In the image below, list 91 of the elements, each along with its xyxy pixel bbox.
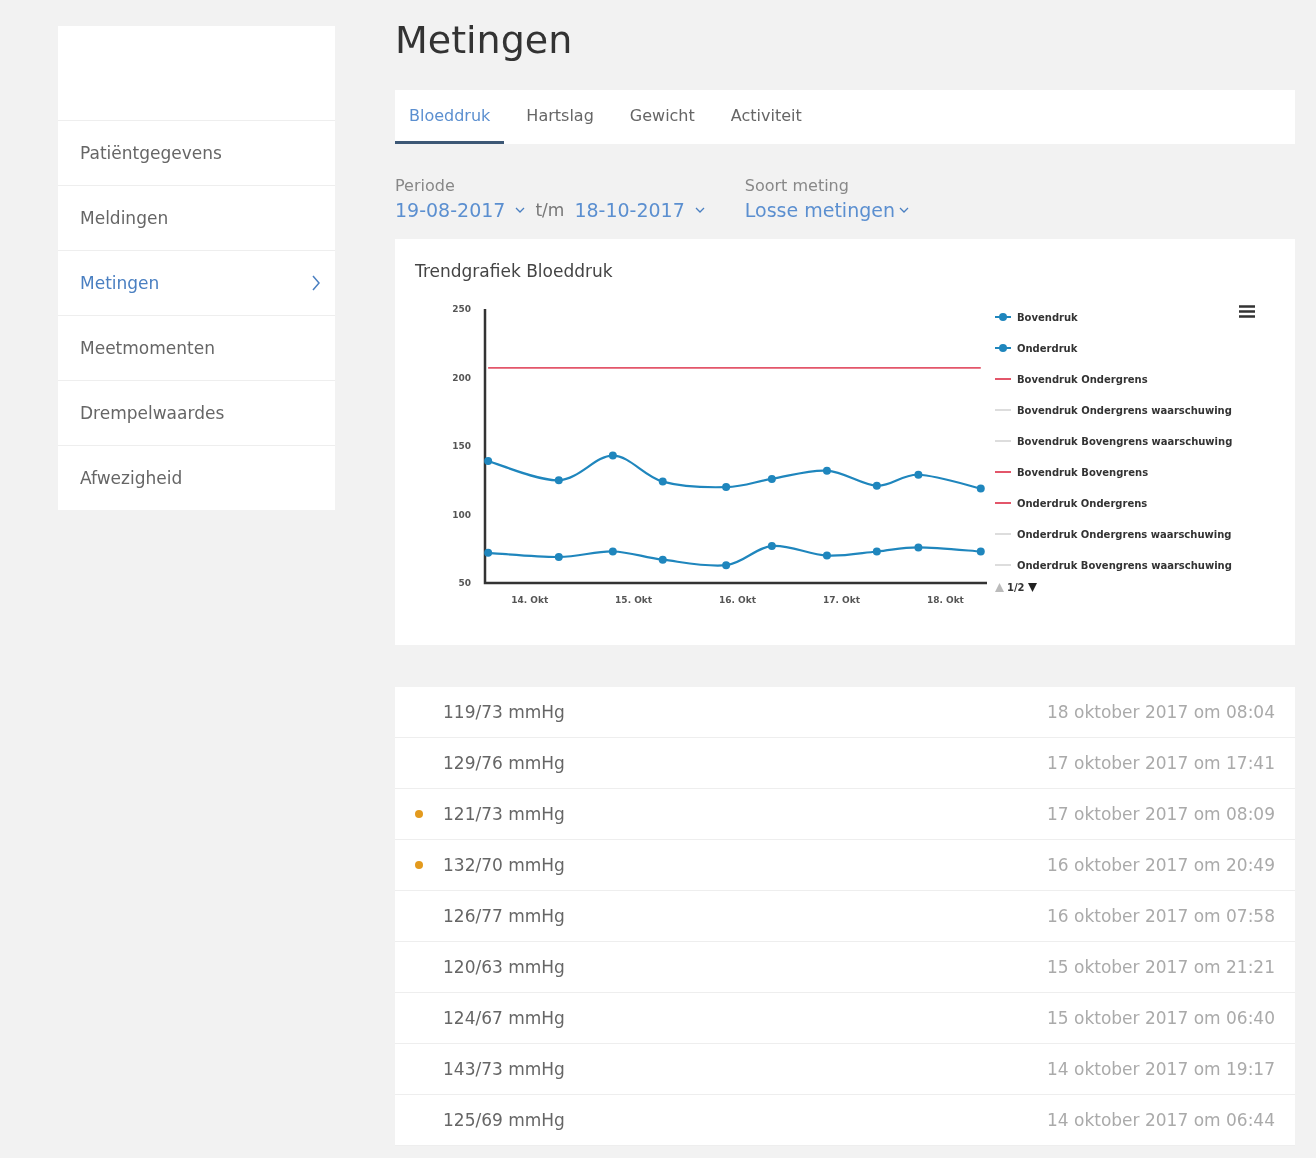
tab[interactable]: Activiteit [716,90,816,144]
data-point [976,547,985,556]
legend-page-indicator: 1/2 [1007,582,1025,593]
measurement-row[interactable]: 132/70 mmHg 16 oktober 2017 om 20:49 [395,840,1295,891]
measurement-row[interactable]: 120/63 mmHg 15 oktober 2017 om 21:21 [395,942,1295,993]
axis-tick-label: 100 [452,509,471,520]
period-label: Periode [395,176,456,195]
tab[interactable]: Bloeddruk [395,90,505,144]
axis-tick-label: 200 [452,372,471,383]
legend-item[interactable]: Onderdruk Bovengrens waarschuwing [1017,559,1232,571]
legend-item[interactable]: Bovendruk [1017,311,1078,323]
data-point [872,481,881,490]
measurement-time: 15 oktober 2017 om 06:40 [1047,1008,1275,1028]
measurement-row[interactable]: 124/67 mmHg 15 oktober 2017 om 06:40 [395,993,1295,1044]
sidebar-item[interactable]: Meetmomenten [58,315,335,380]
measurement-row[interactable]: 126/77 mmHg 16 oktober 2017 om 07:58 [395,891,1295,942]
caret-icon [898,207,909,213]
sidebar-item[interactable]: Metingen [58,250,335,315]
data-point [822,466,831,475]
axis-tick-label: 150 [452,441,471,451]
measurement-row[interactable]: 119/73 mmHg 18 oktober 2017 om 08:04 [395,687,1295,738]
legend-item[interactable]: Bovendruk Bovengrens [1017,466,1149,478]
measurement-row[interactable]: 143/73 mmHg 14 oktober 2017 om 19:17 [395,1044,1295,1095]
legend-item[interactable]: Onderdruk [1017,342,1078,354]
data-point [484,457,493,466]
measurement-value: 132/70 mmHg [443,855,566,875]
chart-title: Trendgrafiek Bloeddruk [415,261,614,281]
measurement-time: 16 oktober 2017 om 07:58 [1047,906,1275,926]
legend-item[interactable]: Onderdruk Ondergrens [1017,497,1148,509]
data-point [767,474,776,483]
data-point [658,555,667,564]
measurement-row[interactable]: 129/76 mmHg 17 oktober 2017 om 17:41 [395,738,1295,789]
measurement-value: 143/73 mmHg [443,1059,566,1079]
data-point [554,476,563,485]
axis-tick-label: 17. Okt [823,595,860,605]
measurement-time: 14 oktober 2017 om 06:44 [1047,1110,1275,1130]
axis-tick-label: 16. Okt [719,595,757,605]
down-arrow-icon[interactable] [1027,583,1037,592]
caret-icon [694,207,705,213]
axis-tick-label: 50 [458,578,471,588]
measurement-row[interactable]: 125/69 mmHg 14 oktober 2017 om 06:44 [395,1095,1295,1146]
legend-item[interactable]: Bovendruk Bovengrens waarschuwing [1017,435,1233,447]
data-point [722,483,731,492]
axis-tick-label: 15. Okt [615,595,653,605]
axis-tick-label: 250 [452,304,471,314]
sidebar-item[interactable]: Afwezigheid [58,445,335,510]
sidebar-item[interactable]: Drempelwaardes [58,380,335,445]
measurement-time: 14 oktober 2017 om 19:17 [1047,1059,1275,1079]
chevron-right-icon [311,274,321,292]
axis-tick-label: 14. Okt [511,595,549,605]
measurement-value: 124/67 mmHg [443,1008,566,1028]
measurement-time: 15 oktober 2017 om 21:21 [1047,957,1275,977]
data-point [872,547,881,556]
page-title: Metingen [395,18,574,62]
menu-icon[interactable] [1239,305,1255,318]
range-separator: t/m [535,200,565,220]
data-point [767,542,776,550]
caret-icon [515,207,526,213]
sidebar-item[interactable]: Meldingen [58,185,335,250]
measurement-value: 121/73 mmHg [443,804,566,824]
measurement-value: 119/73 mmHg [443,702,566,722]
to-date-dropdown[interactable]: 18-10-2017 [574,199,705,221]
measurement-time: 16 oktober 2017 om 20:49 [1047,855,1275,875]
measurement-time: 17 oktober 2017 om 08:09 [1047,804,1275,824]
tab[interactable]: Hartslag [512,90,608,144]
legend-item[interactable]: Bovendruk Ondergrens [1017,373,1148,385]
data-point [554,552,563,561]
data-point [976,484,985,493]
measurement-type-label: Soort meting [744,176,850,195]
measurement-time: 18 oktober 2017 om 08:04 [1047,702,1275,722]
measurement-value: 126/77 mmHg [443,906,566,926]
measurement-value: 125/69 mmHg [443,1110,566,1130]
from-date-dropdown[interactable]: 19-08-2017 [395,199,526,221]
axis-tick-label: 18. Okt [926,595,964,605]
measurement-time: 17 oktober 2017 om 17:41 [1047,753,1275,773]
data-point [914,470,923,479]
data-point [658,477,667,486]
legend-item[interactable]: Onderdruk Ondergrens waarschuwing [1017,528,1232,540]
tab[interactable]: Gewicht [615,90,709,144]
measurement-row[interactable]: 121/73 mmHg 17 oktober 2017 om 08:09 [395,789,1295,840]
sidebar-item[interactable]: Patiëntgegevens [58,120,335,185]
data-point [822,551,831,560]
data-point [608,451,617,460]
measurement-type-dropdown[interactable]: Losse metingen [744,199,909,221]
measurement-value: 129/76 mmHg [443,753,566,773]
measurement-value: 120/63 mmHg [443,957,566,977]
data-point [722,561,731,570]
data-point [484,548,493,557]
legend-item[interactable]: Bovendruk Ondergrens waarschuwing [1017,404,1232,416]
data-point [608,547,617,556]
data-point [914,543,923,552]
